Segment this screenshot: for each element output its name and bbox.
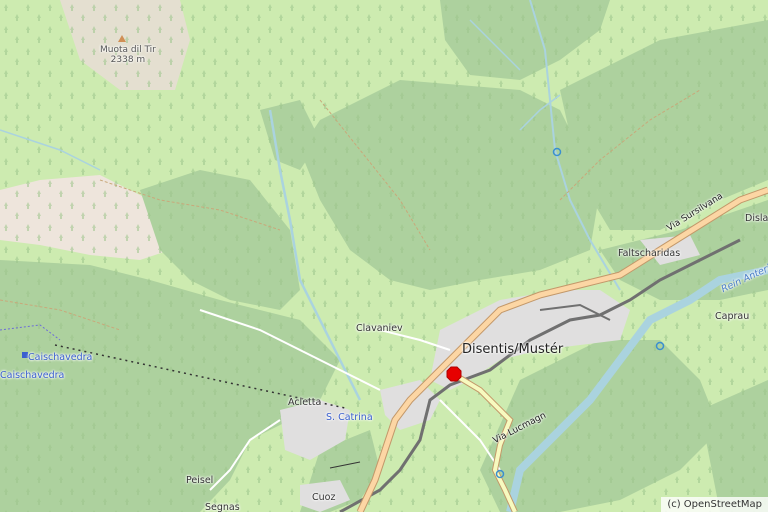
place-label-acletta: Acletta [288,397,322,408]
place-label-segnas: Segnas [205,502,240,512]
attribution[interactable]: (c) OpenStreetMap [661,497,768,512]
place-label-caprau: Caprau [715,311,750,322]
peak-label: Muota dil Tir 2338 m [100,45,156,65]
place-label-clavaniev: Clavaniev [356,323,403,334]
place-label-caischavedra: Caischavedra [0,370,65,381]
place-label-disla: Disla [745,213,768,224]
place-label-faltscharidas: Faltscharidas [618,248,681,259]
map-view[interactable]: Muota dil Tir 2338 m Disentis/Mustér Cla… [0,0,768,512]
town-label-disentis[interactable]: Disentis/Mustér [462,342,563,357]
location-marker-icon[interactable] [446,366,462,382]
place-label-peisel: Peisel [186,475,214,486]
station-label-caischavedra: Caischavedra [28,352,93,363]
place-label-s-catrina: S. Catrina [326,412,373,423]
place-label-cuoz: Cuoz [312,492,336,503]
